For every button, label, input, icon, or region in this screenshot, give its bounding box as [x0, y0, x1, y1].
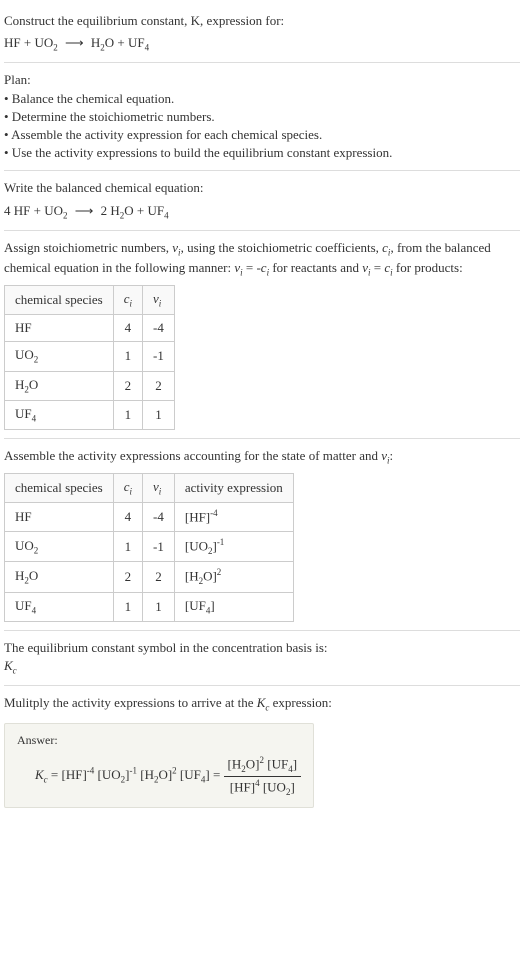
cell-expr: [HF]-4: [174, 503, 293, 532]
cell-species: UO2: [5, 342, 114, 371]
cell-expr: [H2O]2: [174, 562, 293, 593]
cell-expr: [UF4]: [174, 592, 293, 621]
cell-species: HF: [5, 315, 114, 342]
plan-item2: • Determine the stoichiometric numbers.: [4, 108, 520, 126]
table-row: HF4-4: [5, 315, 175, 342]
symbol-section: The equilibrium constant symbol in the c…: [4, 631, 520, 686]
kc-symbol: Kc: [4, 657, 520, 677]
table-row: UF411[UF4]: [5, 592, 294, 621]
stoich-intro: Assign stoichiometric numbers, νi, using…: [4, 239, 520, 279]
cell-species: UF4: [5, 400, 114, 429]
cell-c: 2: [113, 371, 142, 400]
plan-title: Plan:: [4, 71, 520, 89]
col-species: chemical species: [5, 474, 114, 503]
plan-section: Plan: • Balance the chemical equation. •…: [4, 63, 520, 171]
col-ci: ci: [113, 286, 142, 315]
unbalanced-equation: HF + UO2 ⟶ H2O + UF4: [4, 34, 520, 54]
final-section: Mulitply the activity expressions to arr…: [4, 686, 520, 807]
cell-v: 2: [143, 562, 175, 593]
col-vi: νi: [143, 474, 175, 503]
plan-item4: • Use the activity expressions to build …: [4, 144, 520, 162]
kc-formula: Kc = [HF]-4 [UO2]-1 [H2O]2 [UF4] = [H2O]…: [17, 754, 301, 798]
final-title: Mulitply the activity expressions to arr…: [4, 694, 520, 714]
cell-c: 1: [113, 531, 142, 562]
table-row: H2O22[H2O]2: [5, 562, 294, 593]
cell-c: 1: [113, 592, 142, 621]
plan-item3: • Assemble the activity expression for e…: [4, 126, 520, 144]
cell-v: -4: [143, 503, 175, 532]
cell-c: 1: [113, 342, 142, 371]
cell-species: H2O: [5, 562, 114, 593]
balanced-equation: 4 HF + UO2 ⟶ 2 H2O + UF4: [4, 202, 520, 222]
stoich-section: Assign stoichiometric numbers, νi, using…: [4, 231, 520, 439]
symbol-line: The equilibrium constant symbol in the c…: [4, 639, 520, 657]
balanced-section: Write the balanced chemical equation: 4 …: [4, 171, 520, 230]
prompt-text: Construct the equilibrium constant, K, e…: [4, 13, 284, 28]
answer-box: Answer: Kc = [HF]-4 [UO2]-1 [H2O]2 [UF4]…: [4, 723, 314, 808]
cell-species: UF4: [5, 592, 114, 621]
activity-table: chemical species ci νi activity expressi…: [4, 473, 294, 622]
cell-species: UO2: [5, 531, 114, 562]
table-row: H2O22: [5, 371, 175, 400]
cell-v: 2: [143, 371, 175, 400]
cell-expr: [UO2]-1: [174, 531, 293, 562]
stoich-table: chemical species ci νi HF4-4 UO21-1 H2O2…: [4, 285, 175, 430]
table-row: UO21-1[UO2]-1: [5, 531, 294, 562]
table-header-row: chemical species ci νi: [5, 286, 175, 315]
col-expr: activity expression: [174, 474, 293, 503]
prompt-line1: Construct the equilibrium constant, K, e…: [4, 12, 520, 30]
plan-item1: • Balance the chemical equation.: [4, 90, 520, 108]
activity-section: Assemble the activity expressions accoun…: [4, 439, 520, 631]
table-header-row: chemical species ci νi activity expressi…: [5, 474, 294, 503]
cell-v: -1: [143, 342, 175, 371]
cell-v: 1: [143, 400, 175, 429]
table-row: UF411: [5, 400, 175, 429]
cell-c: 4: [113, 503, 142, 532]
cell-v: -1: [143, 531, 175, 562]
cell-species: HF: [5, 503, 114, 532]
balanced-title: Write the balanced chemical equation:: [4, 179, 520, 197]
answer-label: Answer:: [17, 732, 301, 749]
cell-c: 2: [113, 562, 142, 593]
cell-c: 4: [113, 315, 142, 342]
prompt-section: Construct the equilibrium constant, K, e…: [4, 4, 520, 63]
col-vi: νi: [143, 286, 175, 315]
cell-species: H2O: [5, 371, 114, 400]
activity-title: Assemble the activity expressions accoun…: [4, 447, 520, 467]
cell-c: 1: [113, 400, 142, 429]
cell-v: -4: [143, 315, 175, 342]
col-species: chemical species: [5, 286, 114, 315]
col-ci: ci: [113, 474, 142, 503]
table-row: UO21-1: [5, 342, 175, 371]
table-row: HF4-4[HF]-4: [5, 503, 294, 532]
cell-v: 1: [143, 592, 175, 621]
